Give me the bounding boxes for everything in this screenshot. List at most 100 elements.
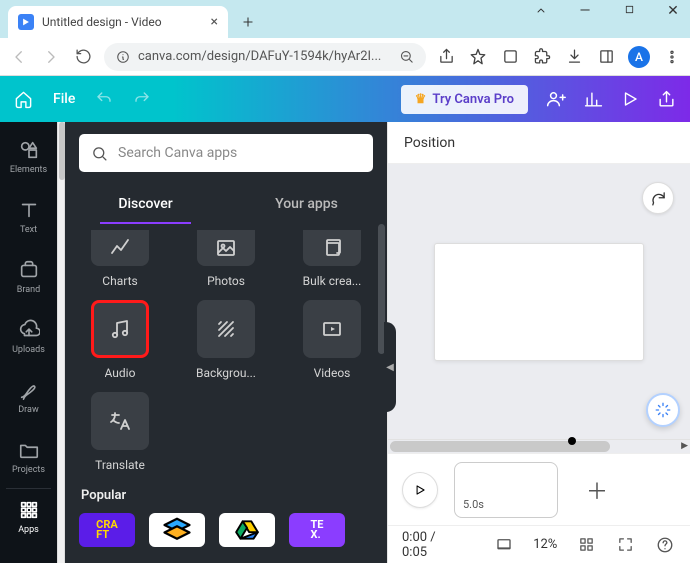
sidebar-item-uploads[interactable]: Uploads: [0, 308, 57, 366]
position-button[interactable]: Position: [404, 135, 455, 151]
sidebar-item-elements[interactable]: Elements: [0, 128, 57, 186]
nav-reload-button[interactable]: [72, 46, 94, 68]
analytics-button[interactable]: [584, 90, 603, 109]
app-tile-charts[interactable]: [91, 230, 149, 266]
popular-section-label: Popular: [81, 488, 373, 503]
redo-button[interactable]: [133, 90, 151, 108]
tile-label: Photos: [207, 274, 245, 288]
workspace: Elements Text Brand Uploads Draw Project…: [0, 122, 690, 563]
fullscreen-button[interactable]: [615, 533, 637, 557]
download-icon[interactable]: [564, 47, 584, 67]
add-page-button[interactable]: ＋: [574, 467, 620, 513]
canvas-viewport[interactable]: [388, 164, 690, 439]
sidebar-label: Projects: [12, 465, 45, 475]
apps-tabs: Discover Your apps: [65, 184, 387, 224]
app-tile-background[interactable]: [197, 300, 255, 358]
app-tile-videos[interactable]: [303, 300, 361, 358]
browser-tab[interactable]: Untitled design - Video ×: [8, 6, 228, 38]
nav-forward-button[interactable]: [40, 46, 62, 68]
sidebar-label: Elements: [10, 165, 47, 175]
magic-button[interactable]: [646, 393, 680, 427]
canvas-hscroll[interactable]: ◀ ▶: [388, 439, 690, 453]
sidebar-label: Uploads: [12, 345, 45, 355]
url-text: canva.com/design/DAFuY-1594k/hyAr2I...: [138, 49, 391, 64]
file-menu[interactable]: File: [53, 91, 75, 107]
browser-actions: A: [436, 46, 682, 68]
help-button[interactable]: [654, 533, 676, 557]
popular-app-text[interactable]: TEX.: [289, 513, 345, 547]
tab-your-apps[interactable]: Your apps: [226, 184, 387, 224]
apps-search-input[interactable]: [79, 134, 373, 172]
canvas-area: Position ◀ ▶ 5.0s ＋ 0:00 / 0:05 12%: [387, 122, 690, 563]
app-tile-audio[interactable]: [91, 300, 149, 358]
scrollbar-thumb[interactable]: [390, 441, 610, 452]
url-input[interactable]: canva.com/design/DAFuY-1594k/hyAr2I...: [104, 43, 426, 71]
tab-discover[interactable]: Discover: [65, 184, 226, 224]
bottom-bar: 0:00 / 0:05 12%: [388, 525, 690, 563]
sidebar-item-brand[interactable]: Brand: [0, 248, 57, 306]
time-display: 0:00 / 0:05: [402, 530, 458, 560]
window-minimize-icon[interactable]: [528, 3, 554, 19]
panel-resizer[interactable]: [57, 122, 65, 563]
canva-favicon: [18, 14, 34, 30]
apps-search-field[interactable]: [118, 145, 361, 161]
regenerate-button[interactable]: [642, 182, 674, 214]
app-tile-photos[interactable]: [197, 230, 255, 266]
try-pro-label: Try Canva Pro: [432, 92, 514, 107]
window-controls: — ✕: [528, 3, 686, 19]
apps-panel: ◀ Discover Your apps Charts Photos: [65, 122, 387, 563]
scroll-right-icon[interactable]: ▶: [681, 441, 688, 451]
zoom-icon[interactable]: [399, 49, 414, 64]
notes-button[interactable]: [494, 533, 516, 557]
sidebar-item-apps[interactable]: Apps: [0, 488, 57, 546]
sidebar-label: Text: [20, 225, 37, 235]
present-button[interactable]: [621, 90, 639, 108]
try-pro-button[interactable]: ♛ Try Canva Pro: [401, 85, 528, 114]
undo-button[interactable]: [95, 90, 113, 108]
sidebar-item-draw[interactable]: Draw: [0, 368, 57, 426]
canvas-page[interactable]: [434, 243, 644, 361]
sidebar-label: Draw: [18, 405, 38, 415]
tile-label: Audio: [105, 366, 136, 380]
nav-back-button[interactable]: [8, 46, 30, 68]
timeline-play-button[interactable]: [402, 472, 438, 508]
popular-app-craft[interactable]: CRAFT: [79, 513, 135, 547]
grid-view-button[interactable]: [575, 533, 597, 557]
new-tab-button[interactable]: [234, 8, 262, 36]
app-header: File ♛ Try Canva Pro: [0, 76, 690, 122]
window-minimize-button[interactable]: —: [572, 3, 598, 19]
window-close-button[interactable]: ✕: [660, 3, 686, 19]
crown-icon: ♛: [415, 92, 427, 107]
sidebar-item-text[interactable]: Text: [0, 188, 57, 246]
browser-addressbar: canva.com/design/DAFuY-1594k/hyAr2I... A: [0, 38, 690, 76]
collaborators-button[interactable]: [546, 89, 566, 109]
search-icon: [91, 145, 108, 162]
share-button[interactable]: [657, 90, 676, 109]
app-tile-bulk-create[interactable]: [303, 230, 361, 266]
home-button[interactable]: [14, 90, 33, 109]
playhead-knob[interactable]: [568, 437, 576, 445]
clip-duration: 5.0s: [463, 498, 484, 511]
sidebar-item-projects[interactable]: Projects: [0, 428, 57, 486]
popular-app-drive[interactable]: [219, 513, 275, 547]
bookmark-star-icon[interactable]: [468, 47, 488, 67]
puzzle-icon[interactable]: [532, 47, 552, 67]
browser-titlebar: Untitled design - Video × — ✕: [0, 0, 690, 38]
share-icon[interactable]: [436, 47, 456, 67]
sidepanel-icon[interactable]: [596, 47, 616, 67]
timeline-clip[interactable]: 5.0s: [454, 462, 558, 518]
tile-label: Bulk crea...: [303, 274, 362, 288]
browser-menu-icon[interactable]: [662, 47, 682, 67]
canvas-toolbar: Position: [388, 122, 690, 164]
tab-close-icon[interactable]: ×: [211, 14, 218, 30]
extension-icon[interactable]: [500, 47, 520, 67]
tab-title: Untitled design - Video: [42, 15, 162, 29]
app-tile-translate[interactable]: [91, 392, 149, 450]
site-info-icon: [116, 50, 130, 64]
profile-avatar[interactable]: A: [628, 46, 650, 68]
popular-app-layers[interactable]: [149, 513, 205, 547]
zoom-level[interactable]: 12%: [533, 537, 557, 552]
panel-collapse-button[interactable]: ◀: [384, 322, 396, 412]
timeline: 5.0s ＋: [388, 453, 690, 525]
window-maximize-button[interactable]: [616, 3, 642, 19]
